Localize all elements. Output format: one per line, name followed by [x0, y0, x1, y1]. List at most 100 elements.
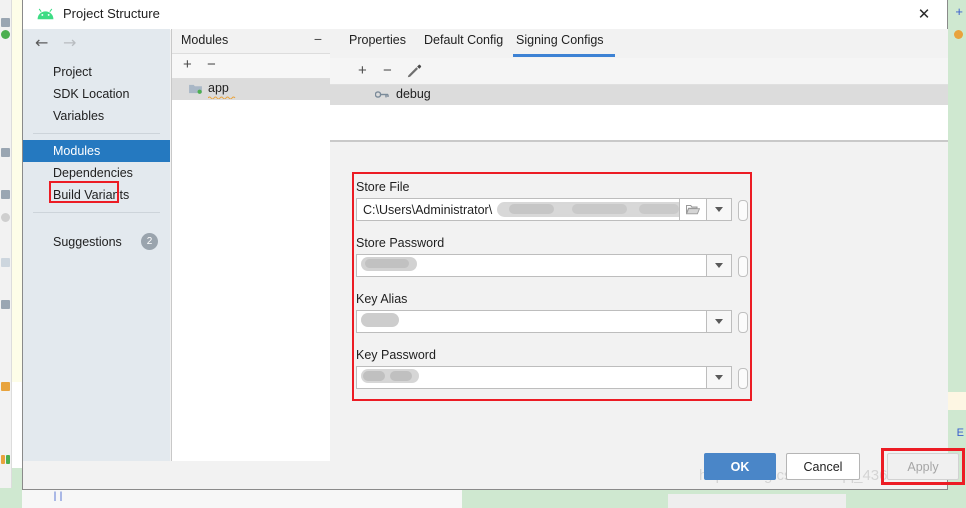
- store-password-dropdown-button[interactable]: [707, 254, 732, 277]
- store-password-input[interactable]: [356, 254, 707, 277]
- back-arrow-icon[interactable]: ←: [35, 34, 48, 52]
- sidebar-item-label: Suggestions: [53, 235, 122, 249]
- redaction-block: [639, 204, 679, 214]
- content-panel: Properties Default Config Signing Config…: [330, 29, 948, 461]
- store-password-variable-button[interactable]: [738, 256, 748, 277]
- tab-signing-configs[interactable]: Signing Configs: [516, 33, 604, 47]
- ide-bottom-grey-panel: [668, 494, 846, 508]
- gutter-mark-icon: [1, 18, 10, 27]
- sidebar-item-sdk-location[interactable]: SDK Location: [23, 83, 170, 105]
- modules-toolbar: + −: [172, 54, 330, 79]
- signing-config-list-item[interactable]: debug: [330, 85, 948, 105]
- cancel-button[interactable]: Cancel: [786, 453, 860, 480]
- ide-right-marker: [948, 392, 966, 410]
- sidebar-divider: [33, 133, 160, 134]
- dialog-button-bar: https://blog.csdn.net/qq_43688027 OK Can…: [23, 448, 965, 489]
- gutter-dot-icon: [1, 30, 10, 39]
- chevron-down-icon: [715, 207, 723, 212]
- module-list-item-label: app: [208, 81, 229, 95]
- redaction-block: [390, 371, 412, 381]
- sidebar-item-dependencies[interactable]: Dependencies: [23, 162, 170, 184]
- collapse-icon[interactable]: −: [314, 31, 322, 47]
- pencil-icon[interactable]: [406, 63, 422, 79]
- apply-button: Apply: [887, 453, 959, 480]
- module-list-item[interactable]: app: [172, 79, 330, 100]
- field-row-key-alias: [356, 310, 748, 333]
- sidebar-item-suggestions[interactable]: Suggestions 2: [23, 231, 170, 253]
- key-alias-variable-button[interactable]: [738, 312, 748, 333]
- redaction-block: [363, 371, 385, 381]
- modules-panel-title: Modules: [181, 33, 229, 47]
- field-label-key-password: Key Password: [356, 348, 436, 362]
- tab-default-config[interactable]: Default Config: [424, 33, 503, 47]
- gutter-mark-icon: [1, 190, 10, 199]
- chevron-down-icon: [715, 319, 723, 324]
- browse-folder-button[interactable]: [680, 198, 707, 221]
- ide-pause-icon: ||: [52, 492, 65, 503]
- sidebar-item-project[interactable]: Project: [23, 61, 170, 83]
- close-icon[interactable]: ✕: [901, 0, 947, 29]
- sidebar-item-modules[interactable]: Modules: [23, 140, 170, 162]
- chevron-down-icon: [715, 375, 723, 380]
- ok-button[interactable]: OK: [704, 453, 776, 480]
- modules-panel-header: Modules −: [172, 29, 330, 54]
- chevron-down-icon: [715, 263, 723, 268]
- ide-plus-icon: +: [955, 4, 963, 19]
- key-alias-input[interactable]: [356, 310, 707, 333]
- dialog-titlebar: Project Structure ✕: [23, 0, 947, 30]
- redaction-block: [572, 204, 627, 214]
- key-alias-dropdown-button[interactable]: [707, 310, 732, 333]
- field-label-store-file: Store File: [356, 180, 410, 194]
- folder-icon: [189, 84, 202, 94]
- suggestions-badge: 2: [141, 233, 158, 250]
- android-logo-icon: [37, 8, 54, 20]
- field-row-key-password: [356, 366, 748, 389]
- signing-config-list: debug: [330, 85, 948, 140]
- project-structure-dialog: Project Structure ✕ ← → Project SDK Loca…: [22, 0, 965, 490]
- gutter-question-icon: [1, 258, 10, 267]
- field-key-password: Key Password: [356, 348, 748, 389]
- store-file-dropdown-button[interactable]: [707, 198, 732, 221]
- key-password-variable-button[interactable]: [738, 368, 748, 389]
- redaction-block: [365, 259, 409, 268]
- gutter-warning-icon: [1, 382, 10, 391]
- remove-module-icon[interactable]: −: [207, 56, 216, 74]
- field-label-store-password: Store Password: [356, 236, 445, 250]
- field-key-alias: Key Alias: [356, 292, 748, 333]
- field-label-key-alias: Key Alias: [356, 292, 408, 306]
- sidebar-nav-arrows: ← →: [23, 29, 170, 57]
- field-store-file: Store File C:\Users\Administrator\: [356, 180, 748, 221]
- store-file-variable-button[interactable]: [738, 200, 748, 221]
- add-signing-config-icon[interactable]: +: [358, 61, 367, 80]
- tab-properties[interactable]: Properties: [349, 33, 406, 47]
- signing-config-form: Store File C:\Users\Administrator\ Store…: [330, 142, 948, 461]
- field-row-store-file: C:\Users\Administrator\: [356, 198, 748, 221]
- sidebar-item-build-variants[interactable]: Build Variants: [23, 184, 170, 206]
- signing-config-toolbar: + −: [330, 58, 948, 85]
- add-module-icon[interactable]: +: [183, 56, 192, 74]
- redaction-block: [361, 313, 399, 327]
- redaction-block: [509, 204, 554, 214]
- key-password-input[interactable]: [356, 366, 707, 389]
- sidebar-divider: [33, 212, 160, 213]
- tab-bar: Properties Default Config Signing Config…: [330, 29, 948, 57]
- sidebar-item-variables[interactable]: Variables: [23, 105, 170, 127]
- spellcheck-squiggle-icon: [208, 96, 236, 99]
- modules-panel: Modules − + − app: [171, 29, 331, 461]
- gutter-mark-icon: [1, 300, 10, 309]
- field-store-password: Store Password: [356, 236, 748, 277]
- forward-arrow-icon[interactable]: →: [63, 34, 76, 52]
- gutter-noentry-icon: [1, 213, 10, 222]
- gutter-stripe-icon: [6, 455, 10, 464]
- store-file-input[interactable]: C:\Users\Administrator\: [356, 198, 680, 221]
- field-row-store-password: [356, 254, 748, 277]
- dialog-sidebar: ← → Project SDK Location Variables Modul…: [23, 29, 170, 461]
- ide-bottom-panel: [22, 487, 462, 508]
- key-password-dropdown-button[interactable]: [707, 366, 732, 389]
- key-icon: [375, 91, 389, 98]
- store-file-value: C:\Users\Administrator\: [363, 202, 493, 217]
- remove-signing-config-icon[interactable]: −: [383, 61, 392, 80]
- ide-gutter: [0, 0, 12, 508]
- gutter-stripe-icon: [1, 455, 5, 464]
- signing-config-label: debug: [396, 87, 431, 101]
